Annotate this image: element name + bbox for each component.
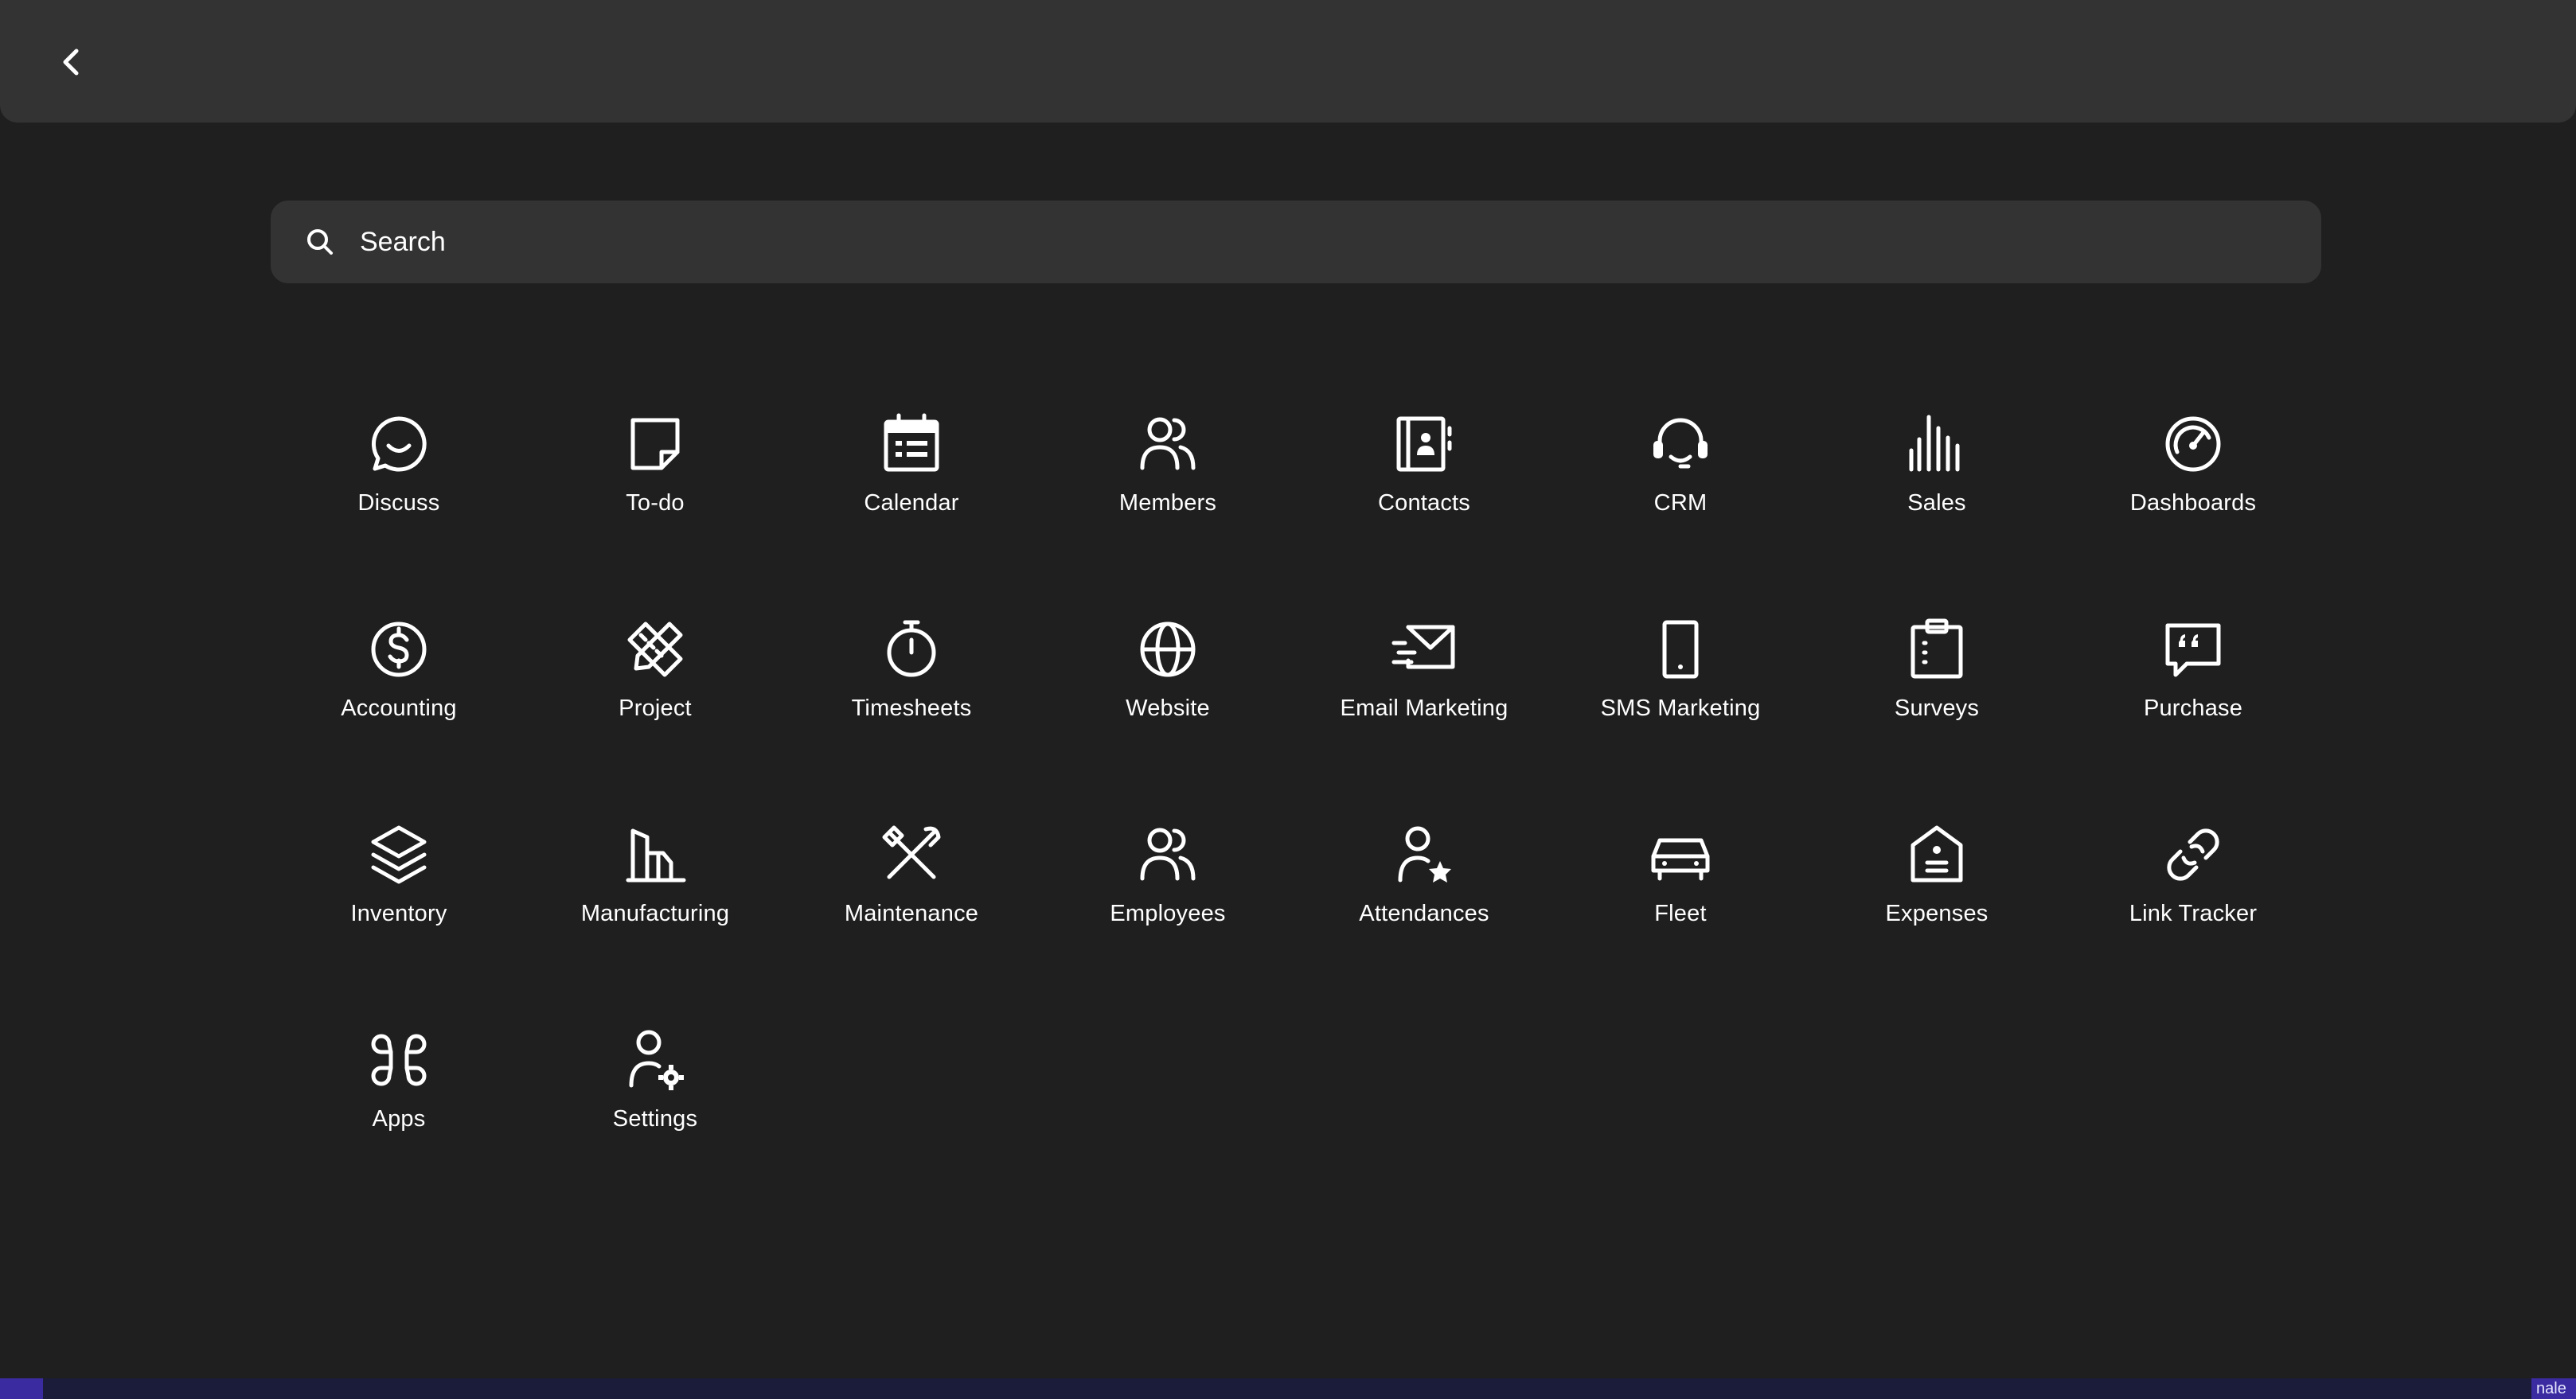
calendar-icon — [878, 411, 945, 477]
app-project[interactable]: Project — [527, 579, 783, 785]
top-bar — [0, 0, 2576, 123]
app-label: Purchase — [2143, 696, 2243, 721]
receipt-tag-icon — [1903, 821, 1970, 888]
user-gear-icon — [622, 1027, 689, 1093]
app-dashboards[interactable]: Dashboards — [2065, 374, 2321, 579]
app-purchase[interactable]: Purchase — [2065, 579, 2321, 785]
app-label: Accounting — [341, 696, 457, 721]
chevron-left-icon — [63, 49, 79, 76]
app-manufacturing[interactable]: Manufacturing — [527, 785, 783, 990]
command-icon — [365, 1027, 432, 1093]
app-accounting[interactable]: Accounting — [271, 579, 527, 785]
app-sales[interactable]: Sales — [1809, 374, 2065, 579]
app-label: CRM — [1653, 490, 1708, 516]
chat-bubble-icon — [365, 411, 432, 477]
headset-icon — [1647, 411, 1714, 477]
app-crm[interactable]: CRM — [1552, 374, 1809, 579]
app-label: Project — [619, 696, 692, 721]
app-label: Contacts — [1377, 490, 1471, 516]
app-label: Email Marketing — [1340, 696, 1509, 721]
app-launcher-screen: Discuss To-do — [0, 0, 2576, 1399]
os-taskbar — [0, 1378, 2576, 1399]
app-label: Settings — [612, 1106, 698, 1132]
globe-icon — [1134, 616, 1201, 683]
app-discuss[interactable]: Discuss — [271, 374, 527, 579]
envelope-send-icon — [1391, 616, 1458, 683]
taskbar-start-area[interactable] — [0, 1378, 43, 1399]
app-label: Sales — [1907, 490, 1966, 516]
app-members[interactable]: Members — [1040, 374, 1296, 579]
app-label: Manufacturing — [580, 901, 730, 926]
app-label: Fleet — [1654, 901, 1707, 926]
dollar-coin-icon — [365, 616, 432, 683]
app-apps[interactable]: Apps — [271, 990, 527, 1195]
ruler-pencil-icon — [622, 616, 689, 683]
app-label: Maintenance — [844, 901, 979, 926]
app-link-tracker[interactable]: Link Tracker — [2065, 785, 2321, 990]
back-button[interactable] — [49, 37, 94, 88]
search-icon — [307, 229, 333, 255]
app-timesheets[interactable]: Timesheets — [783, 579, 1040, 785]
app-label: Apps — [372, 1106, 426, 1132]
stopwatch-icon — [878, 616, 945, 683]
app-label: Link Tracker — [2129, 901, 2258, 926]
users-icon — [1134, 821, 1201, 888]
clipboard-icon — [1903, 616, 1970, 683]
quote-bubble-icon — [2160, 616, 2227, 683]
app-calendar[interactable]: Calendar — [783, 374, 1040, 579]
factory-icon — [622, 821, 689, 888]
app-attendances[interactable]: Attendances — [1296, 785, 1552, 990]
bar-chart-icon — [1903, 411, 1970, 477]
user-star-icon — [1391, 821, 1458, 888]
app-label: Dashboards — [2129, 490, 2257, 516]
app-employees[interactable]: Employees — [1040, 785, 1296, 990]
app-label: Members — [1118, 490, 1217, 516]
mobile-phone-icon — [1647, 616, 1714, 683]
app-contacts[interactable]: Contacts — [1296, 374, 1552, 579]
app-label: Timesheets — [851, 696, 972, 721]
app-fleet[interactable]: Fleet — [1552, 785, 1809, 990]
app-label: Surveys — [1894, 696, 1980, 721]
sticky-note-icon — [622, 411, 689, 477]
users-icon — [1134, 411, 1201, 477]
layers-icon — [365, 821, 432, 888]
gauge-icon — [2160, 411, 2227, 477]
app-label: To-do — [626, 490, 685, 516]
app-inventory[interactable]: Inventory — [271, 785, 527, 990]
app-to-do[interactable]: To-do — [527, 374, 783, 579]
app-grid: Discuss To-do Calendar Members Contacts … — [271, 374, 2321, 1195]
search-input[interactable] — [360, 208, 2294, 275]
app-expenses[interactable]: Expenses — [1809, 785, 2065, 990]
app-label: Employees — [1110, 901, 1226, 926]
app-settings[interactable]: Settings — [527, 990, 783, 1195]
app-label: Website — [1126, 696, 1210, 721]
address-book-icon — [1391, 411, 1458, 477]
app-website[interactable]: Website — [1040, 579, 1296, 785]
app-label: Discuss — [357, 490, 440, 516]
app-email-marketing[interactable]: Email Marketing — [1296, 579, 1552, 785]
app-label: Inventory — [350, 901, 447, 926]
app-sms-marketing[interactable]: SMS Marketing — [1552, 579, 1809, 785]
taskbar-right-item[interactable]: nale — [2531, 1378, 2576, 1399]
car-icon — [1647, 821, 1714, 888]
app-label: Calendar — [864, 490, 959, 516]
app-label: SMS Marketing — [1600, 696, 1761, 721]
app-label: Expenses — [1885, 901, 1989, 926]
link-icon — [2160, 821, 2227, 888]
app-surveys[interactable]: Surveys — [1809, 579, 2065, 785]
app-label: Attendances — [1359, 901, 1489, 926]
app-maintenance[interactable]: Maintenance — [783, 785, 1040, 990]
tools-icon — [878, 821, 945, 888]
